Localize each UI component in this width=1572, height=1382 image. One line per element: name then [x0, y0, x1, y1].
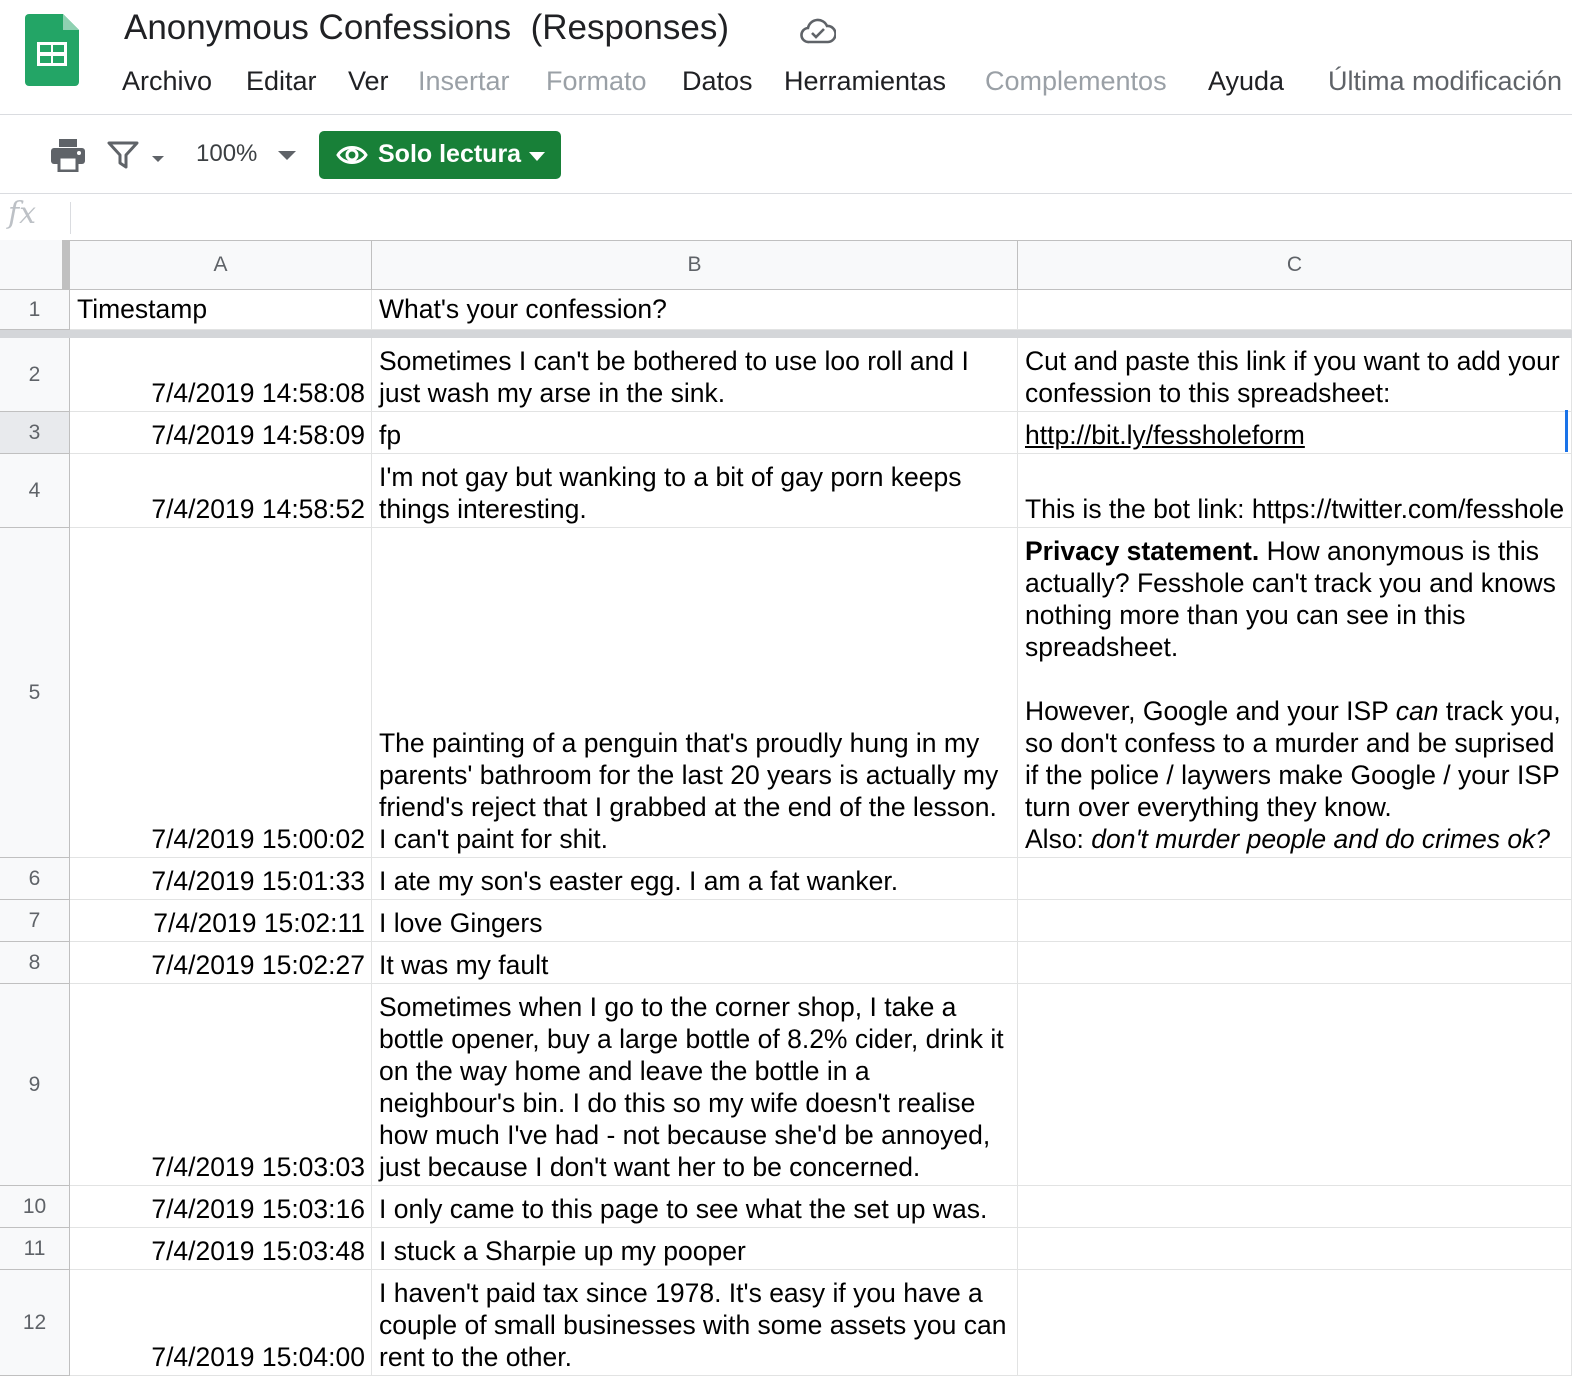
- formula-divider: [70, 202, 71, 234]
- freeze-row-handle[interactable]: [0, 330, 1572, 338]
- formula-input[interactable]: [90, 202, 1572, 236]
- formula-bar: fx: [0, 194, 1572, 240]
- cell-b9[interactable]: Sometimes when I go to the corner shop, …: [372, 984, 1018, 1186]
- cell-c2[interactable]: Cut and paste this link if you want to a…: [1018, 338, 1572, 412]
- cell-a4[interactable]: 7/4/2019 14:58:52: [70, 454, 372, 528]
- row-header-8[interactable]: 8: [0, 942, 70, 984]
- zoom-select[interactable]: 100%: [196, 140, 257, 168]
- cell-a9[interactable]: 7/4/2019 15:03:03: [70, 984, 372, 1186]
- cell-c9[interactable]: [1018, 984, 1572, 1186]
- freeze-column-handle[interactable]: [62, 240, 70, 290]
- cell-a10[interactable]: 7/4/2019 15:03:16: [70, 1186, 372, 1228]
- row-header-2[interactable]: 2: [0, 338, 70, 412]
- cell-b10[interactable]: I only came to this page to see what the…: [372, 1186, 1018, 1228]
- cell-b7[interactable]: I love Gingers: [372, 900, 1018, 942]
- cell-b1[interactable]: What's your confession?: [372, 290, 1018, 330]
- row-header-1[interactable]: 1: [0, 290, 70, 330]
- menu-formato[interactable]: Formato: [546, 66, 647, 97]
- menu-herramientas[interactable]: Herramientas: [784, 66, 946, 97]
- cell-a11[interactable]: 7/4/2019 15:03:48: [70, 1228, 372, 1270]
- cell-c11[interactable]: [1018, 1228, 1572, 1270]
- app-header: Anonymous Confessions (Responses) Archiv…: [0, 0, 1572, 115]
- cell-a2[interactable]: 7/4/2019 14:58:08: [70, 338, 372, 412]
- fx-icon: fx: [8, 196, 37, 231]
- cell-c1[interactable]: [1018, 290, 1572, 330]
- column-header-c[interactable]: C: [1018, 240, 1572, 290]
- row-header-7[interactable]: 7: [0, 900, 70, 942]
- menu-datos[interactable]: Datos: [682, 66, 753, 97]
- cell-b6[interactable]: I ate my son's easter egg. I am a fat wa…: [372, 858, 1018, 900]
- view-mode-button[interactable]: Solo lectura: [319, 131, 561, 179]
- menu-editar[interactable]: Editar: [246, 66, 317, 97]
- row-header-11[interactable]: 11: [0, 1228, 70, 1270]
- cell-a5[interactable]: 7/4/2019 15:00:02: [70, 528, 372, 858]
- row-header-12[interactable]: 12: [0, 1270, 70, 1376]
- cell-a12[interactable]: 7/4/2019 15:04:00: [70, 1270, 372, 1376]
- cell-b5[interactable]: The painting of a penguin that's proudly…: [372, 528, 1018, 858]
- cell-a3[interactable]: 7/4/2019 14:58:09: [70, 412, 372, 454]
- cell-a6[interactable]: 7/4/2019 15:01:33: [70, 858, 372, 900]
- filter-button[interactable]: [104, 135, 168, 175]
- last-modified-link[interactable]: Última modificación: [1328, 66, 1562, 97]
- cell-c6[interactable]: [1018, 858, 1572, 900]
- cell-c12[interactable]: [1018, 1270, 1572, 1376]
- select-all-corner[interactable]: [0, 240, 70, 290]
- menu-bar: Archivo Editar Ver Insertar Formato Dato…: [0, 66, 1572, 100]
- column-header-b[interactable]: B: [372, 240, 1018, 290]
- print-icon: [51, 139, 85, 172]
- print-button[interactable]: [48, 135, 88, 175]
- cell-b12[interactable]: I haven't paid tax since 1978. It's easy…: [372, 1270, 1018, 1376]
- column-header-a[interactable]: A: [70, 240, 372, 290]
- cell-b8[interactable]: It was my fault: [372, 942, 1018, 984]
- zoom-dropdown-icon[interactable]: [278, 151, 296, 160]
- selected-cell-indicator: [1565, 410, 1568, 452]
- row-header-6[interactable]: 6: [0, 858, 70, 900]
- view-mode-label: Solo lectura: [378, 140, 522, 168]
- cell-b3[interactable]: fp: [372, 412, 1018, 454]
- menu-complementos[interactable]: Complementos: [985, 66, 1167, 97]
- cell-b4[interactable]: I'm not gay but wanking to a bit of gay …: [372, 454, 1018, 528]
- cell-c8[interactable]: [1018, 942, 1572, 984]
- cell-c10[interactable]: [1018, 1186, 1572, 1228]
- cell-b2[interactable]: Sometimes I can't be bothered to use loo…: [372, 338, 1018, 412]
- cell-c7[interactable]: [1018, 900, 1572, 942]
- cell-b11[interactable]: I stuck a Sharpie up my pooper: [372, 1228, 1018, 1270]
- row-header-9[interactable]: 9: [0, 984, 70, 1186]
- filter-icon: [107, 141, 164, 169]
- row-header-5[interactable]: 5: [0, 528, 70, 858]
- cell-a7[interactable]: 7/4/2019 15:02:11: [70, 900, 372, 942]
- spreadsheet-grid: A B C 1 Timestamp What's your confession…: [0, 240, 1572, 1382]
- cloud-saved-icon[interactable]: [800, 16, 836, 46]
- form-link[interactable]: http://bit.ly/fessholeform: [1025, 419, 1565, 451]
- document-title[interactable]: Anonymous Confessions (Responses): [124, 8, 729, 48]
- menu-ayuda[interactable]: Ayuda: [1208, 66, 1284, 97]
- cell-c5[interactable]: Privacy statement. How anonymous is this…: [1018, 528, 1572, 858]
- eye-icon: [336, 146, 368, 164]
- row-header-4[interactable]: 4: [0, 454, 70, 528]
- cell-c4[interactable]: This is the bot link: https://twitter.co…: [1018, 454, 1572, 528]
- menu-insertar[interactable]: Insertar: [418, 66, 510, 97]
- privacy-heading: Privacy statement.: [1025, 536, 1260, 566]
- chevron-down-icon: [529, 152, 545, 161]
- cell-a8[interactable]: 7/4/2019 15:02:27: [70, 942, 372, 984]
- menu-archivo[interactable]: Archivo: [122, 66, 212, 97]
- toolbar: 100% Solo lectura: [0, 115, 1572, 194]
- cell-c3[interactable]: http://bit.ly/fessholeform: [1018, 412, 1572, 454]
- privacy-statement-text: Privacy statement. How anonymous is this…: [1025, 536, 1569, 854]
- row-header-3[interactable]: 3: [0, 412, 70, 454]
- row-header-10[interactable]: 10: [0, 1186, 70, 1228]
- menu-ver[interactable]: Ver: [348, 66, 389, 97]
- cell-a1[interactable]: Timestamp: [70, 290, 372, 330]
